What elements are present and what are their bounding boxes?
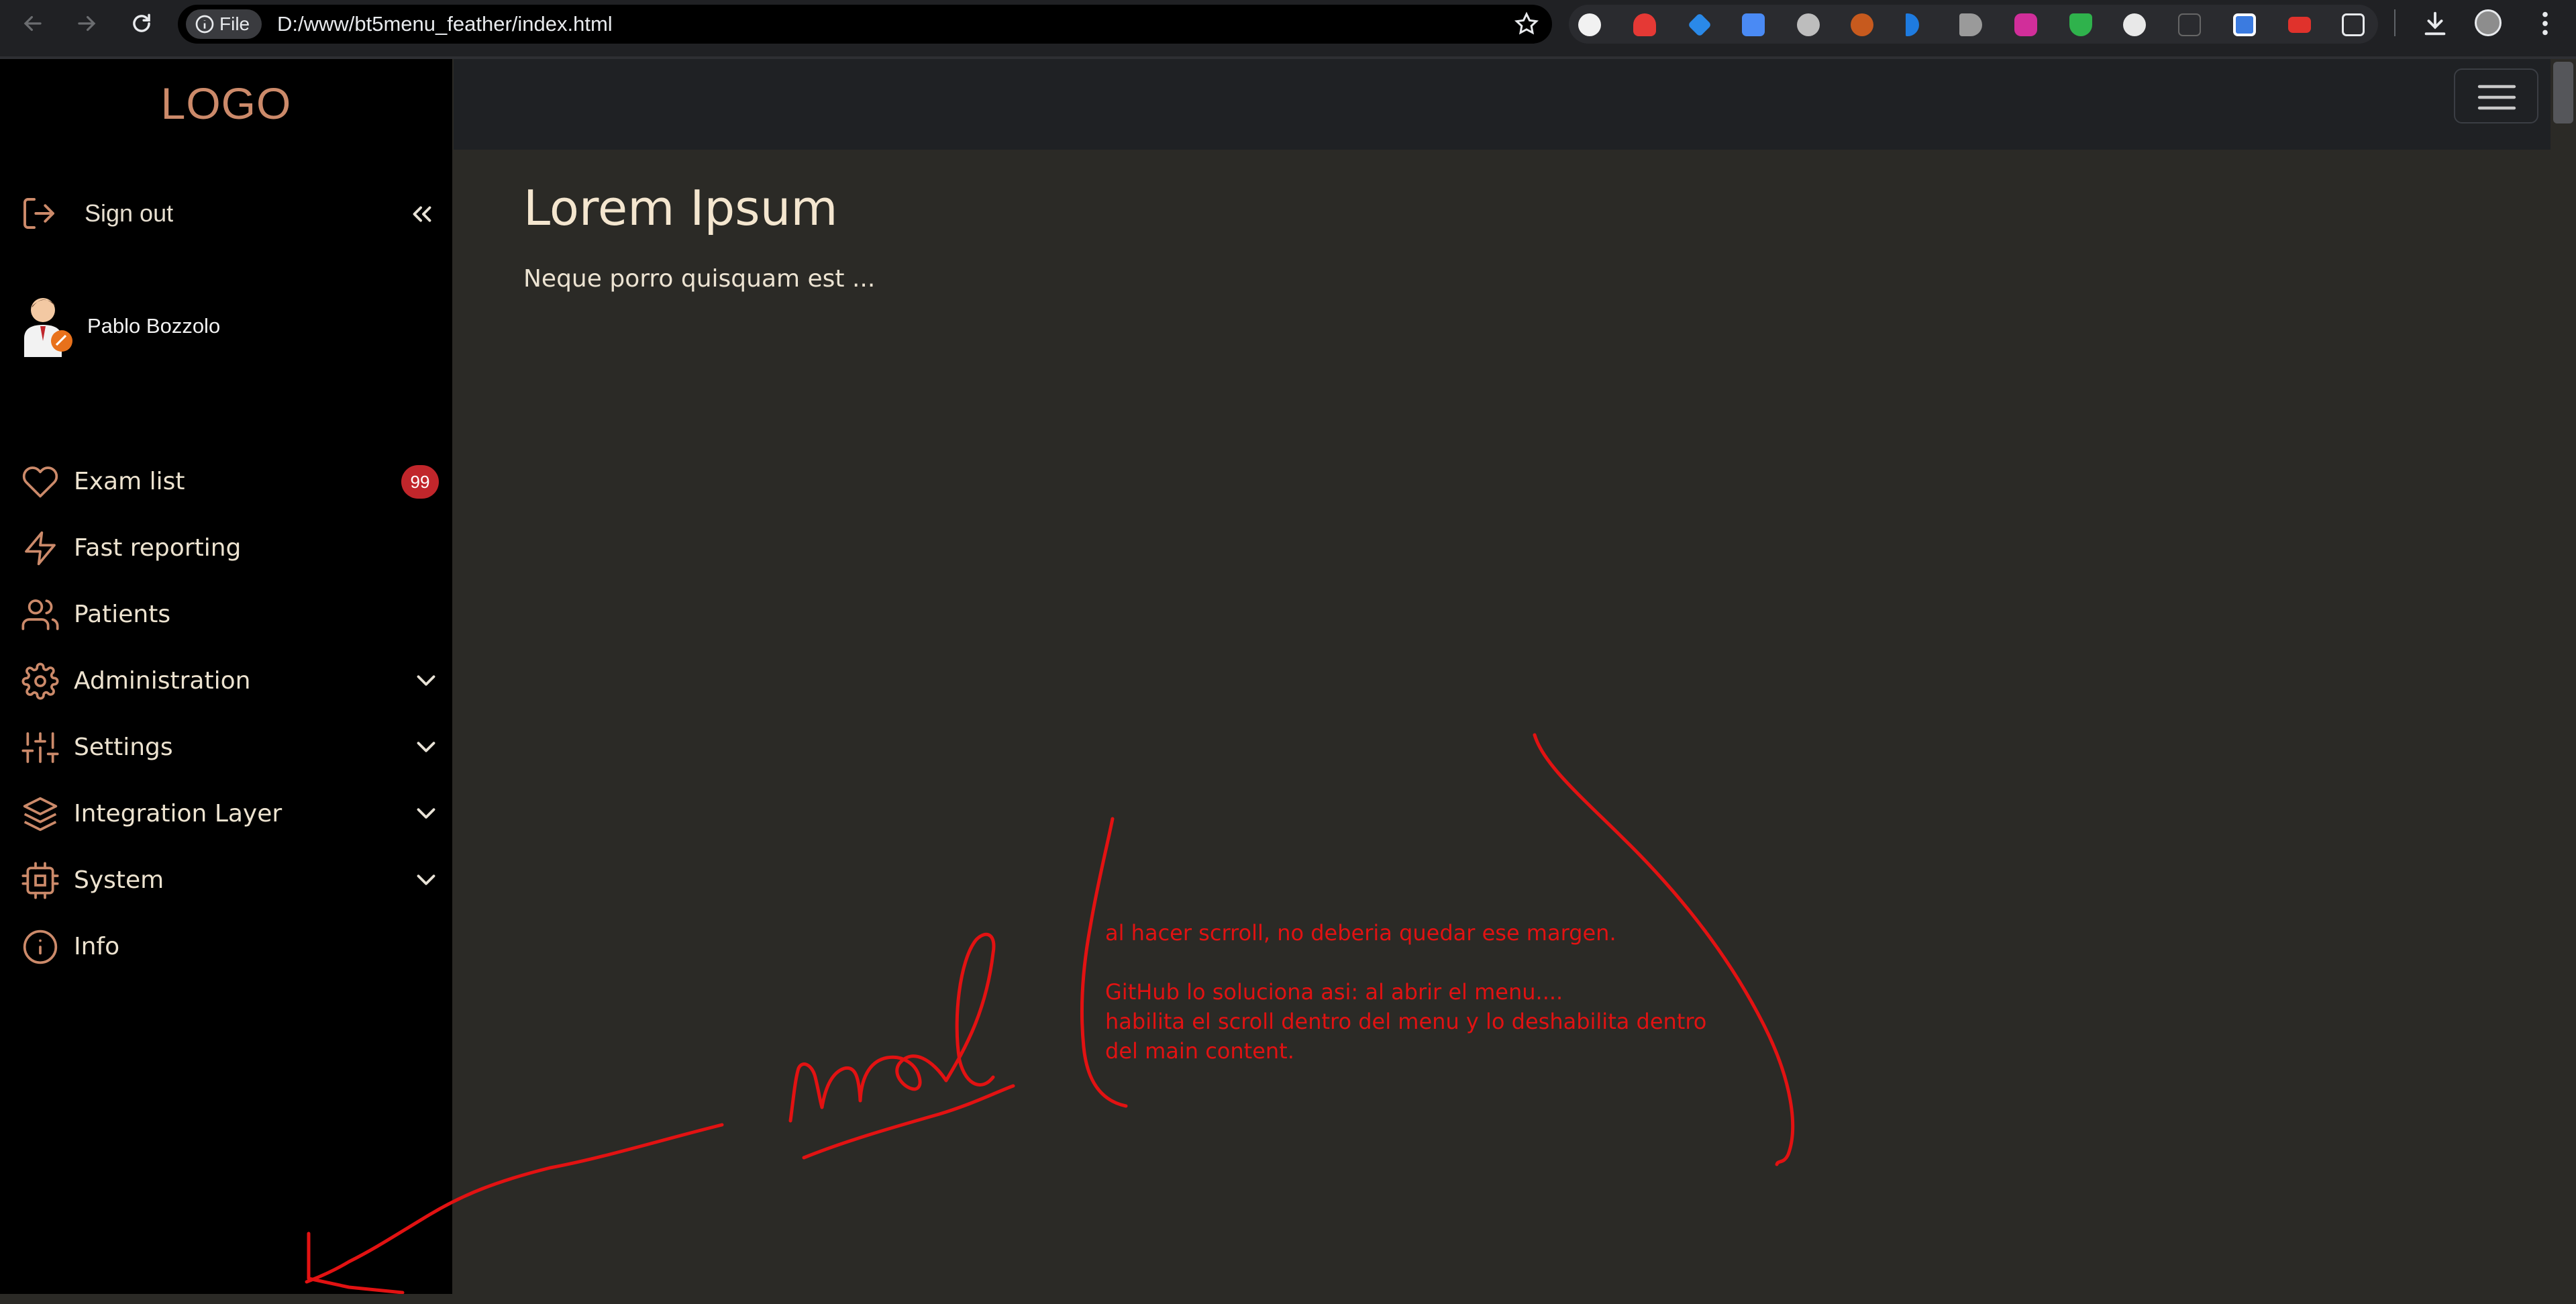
- sidebar-item-patients[interactable]: Patients: [0, 581, 452, 648]
- settings-icon: [21, 662, 59, 699]
- toolbar-divider: [2394, 9, 2395, 36]
- users-icon: [21, 599, 59, 630]
- volume-extension-icon[interactable]: [1959, 13, 1982, 36]
- site-info-chip[interactable]: File: [186, 9, 262, 39]
- sliders-icon: [21, 732, 59, 763]
- hamburger-icon: [2477, 85, 2516, 110]
- layers-icon: [23, 797, 58, 831]
- reload-icon[interactable]: [118, 0, 165, 47]
- video-extension-icon[interactable]: [2014, 13, 2037, 36]
- sidebar-item-label: Patients: [74, 601, 171, 628]
- info-circle-icon: [195, 15, 214, 34]
- forward-arrow-icon[interactable]: [63, 0, 110, 47]
- hd-extension-icon[interactable]: [2288, 17, 2311, 33]
- url-text[interactable]: D:/www/bt5menu_feather/index.html: [277, 5, 613, 44]
- count-badge: 99: [401, 465, 439, 499]
- wordpress-extension-icon[interactable]: [1851, 13, 1873, 36]
- download-icon[interactable]: [2420, 8, 2451, 39]
- top-navbar: [454, 59, 2576, 150]
- browser-toolbar: File D:/www/bt5menu_feather/index.html: [0, 0, 2576, 59]
- sidebar-item-settings[interactable]: Settings: [0, 714, 452, 781]
- sidebar-item-label: Settings: [74, 734, 173, 761]
- get-crx-extension-icon[interactable]: [2178, 13, 2201, 36]
- chevron-down-icon[interactable]: [411, 864, 442, 895]
- underline-stroke: [802, 1084, 1015, 1160]
- page-title: Lorem Ipsum: [523, 180, 838, 236]
- chevron-down-icon[interactable]: [411, 798, 442, 829]
- avatar: [24, 298, 72, 357]
- puzzle-extensions-icon[interactable]: [2342, 13, 2365, 36]
- gem-extension-icon[interactable]: [1687, 12, 1712, 38]
- user-profile[interactable]: Pablo Bozzolo: [21, 295, 220, 357]
- annotation-line: al hacer scrroll, no deberia quedar ese …: [1105, 920, 1616, 946]
- bookmark-star-icon[interactable]: [1513, 11, 1540, 38]
- sidebar-item-label: Exam list: [74, 468, 185, 495]
- extensions-bar: [1569, 5, 2378, 44]
- chevron-down-icon[interactable]: [411, 732, 442, 762]
- sidebar-item-label: Info: [74, 933, 120, 960]
- zap-icon: [25, 531, 56, 565]
- annotation-line: del main content.: [1105, 1038, 1294, 1064]
- sidebar-item-system[interactable]: System: [0, 847, 452, 913]
- heart-icon: [22, 466, 58, 497]
- sidebar-item-fast-reporting[interactable]: Fast reporting: [0, 515, 452, 581]
- annotation-line: habilita el scroll dentro del menu y lo …: [1105, 1009, 1707, 1034]
- annotation-line: GitHub lo soluciona asi: al abrir el men…: [1105, 979, 1563, 1005]
- wave-extension-icon[interactable]: [1906, 13, 1919, 36]
- scrollbar-thumb[interactable]: [2553, 62, 2573, 123]
- sidebar-item-label: Integration Layer: [74, 800, 282, 827]
- user-name: Pablo Bozzolo: [87, 314, 221, 338]
- shield-extension-icon[interactable]: [2069, 13, 2092, 36]
- file-chip-label: File: [219, 13, 250, 34]
- translate-extension-icon[interactable]: [1742, 13, 1765, 36]
- sign-out-label: Sign out: [85, 199, 174, 227]
- sidebar-item-info[interactable]: Info: [0, 913, 452, 980]
- page-scrollbar[interactable]: [2551, 59, 2576, 1304]
- screen-extension-icon[interactable]: [2233, 13, 2256, 36]
- more-vertical-icon[interactable]: [2530, 8, 2561, 39]
- extension-icon[interactable]: [1578, 13, 1601, 36]
- collapse-chevrons-icon[interactable]: [407, 199, 437, 230]
- sign-out-link[interactable]: Sign out: [20, 192, 173, 235]
- sidebar-item-exam-list[interactable]: Exam list 99: [0, 448, 452, 515]
- profile-avatar[interactable]: [2475, 9, 2502, 36]
- spy-extension-icon[interactable]: [1797, 13, 1820, 36]
- sidebar-item-administration[interactable]: Administration: [0, 648, 452, 714]
- horizontal-gap-strip: [0, 1294, 2576, 1304]
- sidebar-item-integration-layer[interactable]: Integration Layer: [0, 781, 452, 847]
- chevron-down-icon[interactable]: [411, 665, 442, 696]
- sidebar-item-label: Administration: [74, 667, 251, 695]
- back-arrow-icon[interactable]: [9, 0, 56, 47]
- sidebar-menu: Exam list 99 Fast reporting Patients Adm…: [0, 448, 452, 980]
- cpu-icon: [21, 861, 59, 899]
- list-extension-icon[interactable]: [2123, 13, 2146, 36]
- sidebar-item-label: Fast reporting: [74, 534, 242, 562]
- logo[interactable]: LOGO: [0, 78, 452, 129]
- sidebar: LOGO Sign out Pablo Bozzolo Exam list 99: [0, 59, 452, 1294]
- menu-toggle-button[interactable]: [2454, 68, 2538, 123]
- sidebar-item-label: System: [74, 866, 164, 894]
- address-bar[interactable]: File D:/www/bt5menu_feather/index.html: [178, 5, 1552, 44]
- annotation-note: al hacer scrroll, no deberia quedar ese …: [1105, 918, 1706, 1066]
- handwritten-mal: [788, 932, 996, 1123]
- page-subtitle: Neque porro quisquam est ...: [523, 265, 876, 293]
- magnet-extension-icon[interactable]: [1633, 13, 1656, 36]
- log-out-icon: [23, 198, 54, 229]
- info-icon: [23, 930, 58, 964]
